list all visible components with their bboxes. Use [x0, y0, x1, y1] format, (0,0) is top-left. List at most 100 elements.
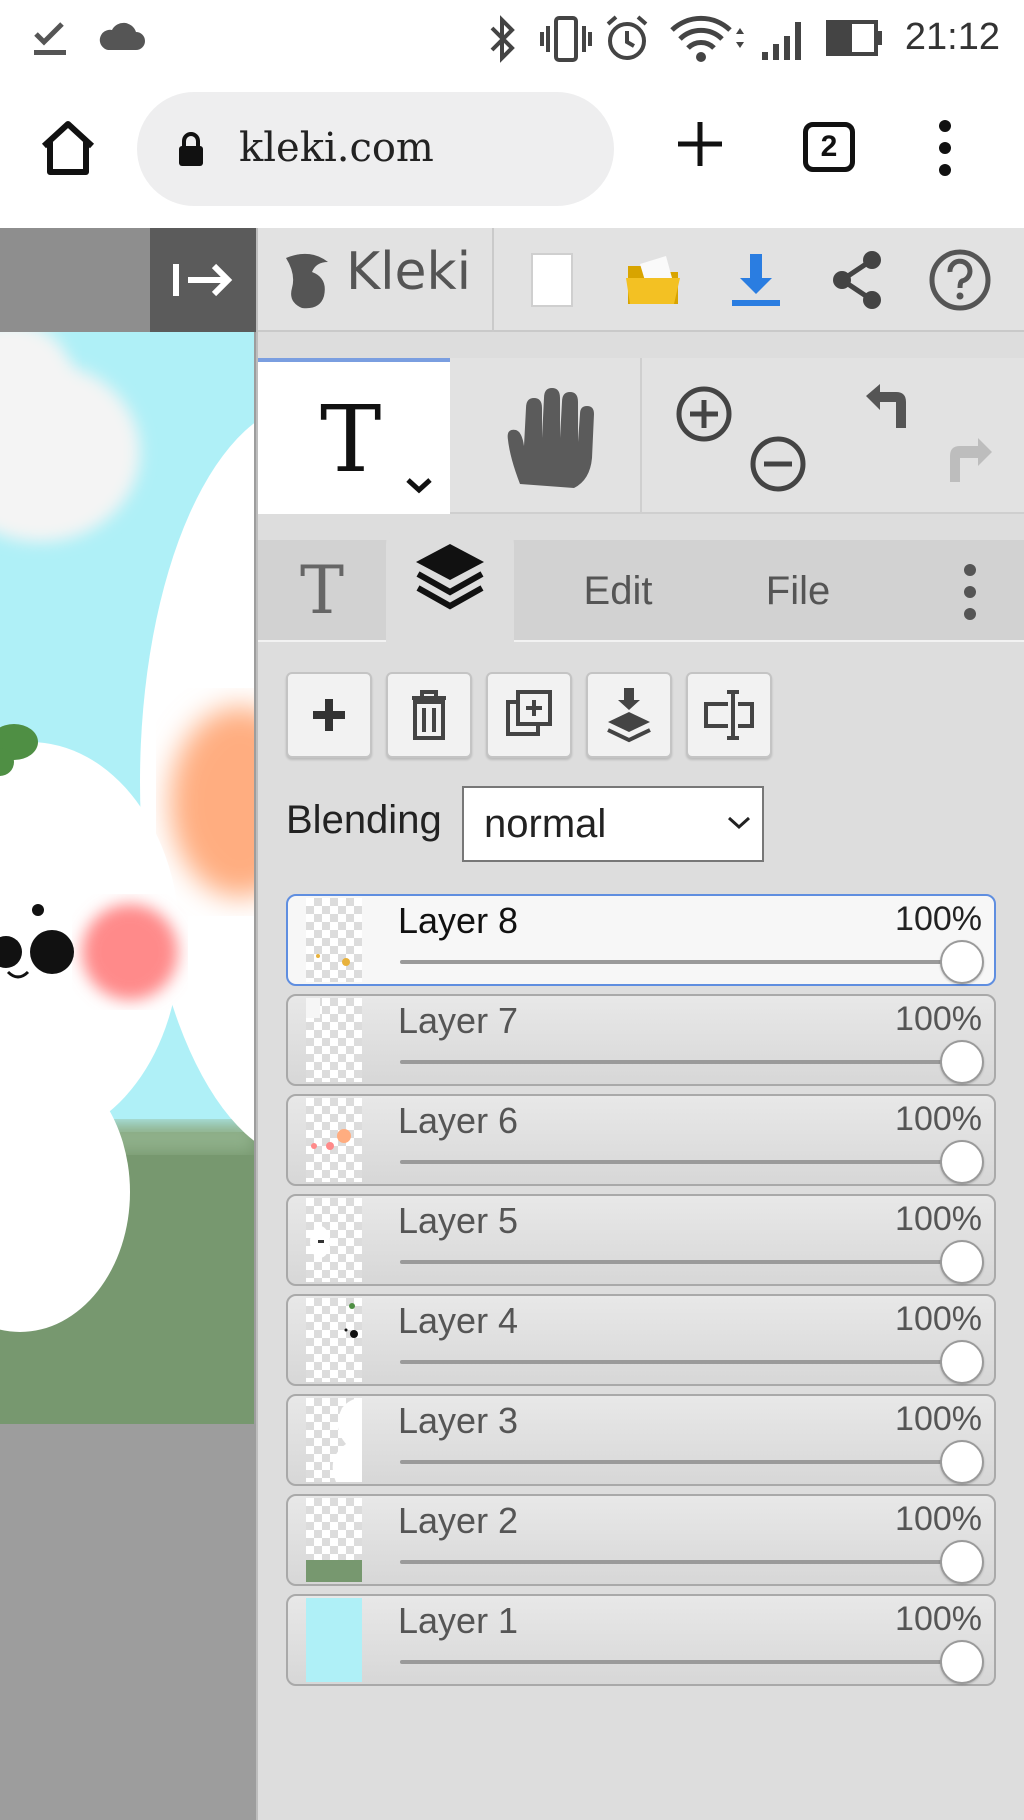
share-icon[interactable] [826, 248, 890, 312]
layer-thumbnail [306, 898, 362, 982]
layer-thumbnail-image [344, 1303, 358, 1338]
lock-icon [179, 132, 203, 166]
layer-name: Layer 7 [398, 1000, 519, 1041]
opacity-slider-track[interactable] [400, 1460, 960, 1464]
url-text: kleki.com [239, 125, 434, 171]
delete-layer-button[interactable] [386, 672, 472, 758]
wifi-icon [670, 15, 744, 62]
layer-thumbnail-image [316, 954, 350, 966]
layer-thumbnail [306, 1398, 362, 1482]
opacity-slider-handle[interactable] [940, 940, 984, 984]
layer-item[interactable]: Layer 7 100% [286, 994, 996, 1086]
drawing-canvas[interactable] [0, 332, 254, 1424]
help-icon[interactable] [928, 248, 992, 312]
tab-edit[interactable]: Edit [548, 540, 688, 642]
rename-layer-button[interactable] [686, 672, 772, 758]
text-tool-button[interactable]: T [258, 358, 450, 514]
layer-name: Layer 1 [398, 1600, 519, 1641]
opacity-slider-handle[interactable] [940, 1140, 984, 1184]
layer-opacity: 100% [895, 1200, 982, 1238]
opacity-slider-track[interactable] [400, 960, 960, 964]
status-time: 21:12 [904, 16, 1000, 58]
alarm-icon [606, 15, 648, 60]
opacity-slider-handle[interactable] [940, 1340, 984, 1384]
layer-opacity: 100% [895, 1600, 982, 1638]
layer-thumbnail [306, 1498, 362, 1582]
text-tool-glyph: T [320, 386, 382, 493]
layer-item[interactable]: Layer 4 100% [286, 1294, 996, 1386]
opacity-slider-track[interactable] [400, 1360, 960, 1364]
hand-tool-icon[interactable] [450, 358, 642, 514]
layer-name: Layer 2 [398, 1500, 519, 1541]
app-logo-text: Kleki [346, 242, 472, 302]
layers-icon [416, 544, 484, 610]
layer-name: Layer 4 [398, 1300, 519, 1341]
kleki-logo-icon [286, 253, 328, 309]
opacity-slider-handle[interactable] [940, 1040, 984, 1084]
bluetooth-icon [490, 15, 515, 63]
layer-name: Layer 3 [398, 1400, 519, 1441]
battery-icon [826, 20, 882, 56]
layer-item[interactable]: Layer 1 100% [286, 1594, 996, 1686]
tab-layers[interactable] [386, 524, 514, 642]
side-panel: Kleki T T Edit File Blending normal Laye… [256, 228, 1024, 1820]
opacity-slider-track[interactable] [400, 1660, 960, 1664]
layer-item[interactable]: Layer 3 100% [286, 1394, 996, 1486]
duplicate-layer-button[interactable] [486, 672, 572, 758]
blending-select[interactable]: normal [462, 786, 764, 862]
zoom-in-icon[interactable] [672, 382, 736, 446]
tab-text[interactable]: T [258, 540, 386, 642]
add-layer-button[interactable] [286, 672, 372, 758]
opacity-slider-handle[interactable] [940, 1440, 984, 1484]
layer-opacity: 100% [895, 1100, 982, 1138]
layer-thumbnail-image [306, 1560, 362, 1582]
merge-down-icon [607, 688, 651, 743]
collapse-panel-button[interactable] [150, 228, 256, 332]
download-done-icon [34, 22, 66, 55]
plus-icon [313, 699, 345, 731]
chevron-down-icon[interactable] [404, 474, 434, 496]
zoom-out-icon[interactable] [746, 432, 810, 496]
layer-thumbnail [306, 1598, 362, 1682]
app-bar: Kleki [258, 228, 1024, 332]
plus-icon[interactable] [670, 114, 730, 174]
layer-thumbnail [306, 1198, 362, 1282]
merge-down-button[interactable] [586, 672, 672, 758]
opacity-slider-handle[interactable] [940, 1640, 984, 1684]
tab-switcher-button[interactable]: 2 [803, 122, 855, 172]
download-icon[interactable] [724, 248, 788, 312]
opacity-slider-track[interactable] [400, 1060, 960, 1064]
opacity-slider-track[interactable] [400, 1560, 960, 1564]
canvas-area [0, 228, 256, 1820]
opacity-slider-track[interactable] [400, 1260, 960, 1264]
layer-opacity: 100% [895, 1400, 982, 1438]
vibrate-icon [540, 16, 592, 62]
new-image-icon[interactable] [520, 248, 584, 312]
url-bar[interactable]: kleki.com [137, 92, 614, 206]
layer-name: Layer 8 [398, 900, 519, 941]
layer-item[interactable]: Layer 6 100% [286, 1094, 996, 1186]
layer-opacity: 100% [895, 900, 982, 938]
more-vert-icon[interactable] [930, 118, 960, 178]
opacity-slider-track[interactable] [400, 1160, 960, 1164]
divider [492, 228, 494, 332]
arrow-right-bar-icon [173, 263, 233, 297]
redo-icon[interactable] [938, 430, 1002, 494]
artwork-image [0, 332, 254, 1424]
panel-tabs: T Edit File [258, 524, 1024, 642]
open-folder-icon[interactable] [622, 248, 686, 312]
tab-file[interactable]: File [728, 540, 868, 642]
layer-item[interactable]: Layer 2 100% [286, 1494, 996, 1586]
status-bar: 21:12 [0, 0, 1024, 78]
browser-toolbar: kleki.com 2 [0, 78, 1024, 228]
layer-item[interactable]: Layer 8 100% [286, 894, 996, 986]
layer-name: Layer 6 [398, 1100, 519, 1141]
blending-value: normal [484, 802, 607, 846]
layer-thumbnail-image [310, 1226, 330, 1258]
opacity-slider-handle[interactable] [940, 1240, 984, 1284]
opacity-slider-handle[interactable] [940, 1540, 984, 1584]
home-icon[interactable] [36, 116, 100, 180]
undo-icon[interactable] [856, 380, 920, 444]
layer-item[interactable]: Layer 5 100% [286, 1194, 996, 1286]
more-vert-icon[interactable] [958, 562, 982, 622]
